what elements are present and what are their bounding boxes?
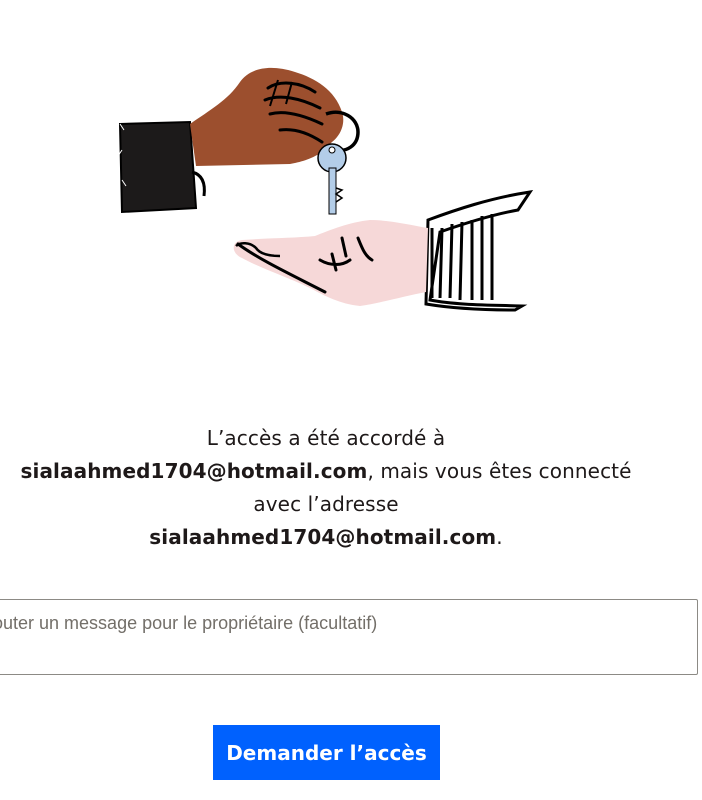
owner-message-input[interactable]	[0, 600, 697, 674]
granted-email: sialaahmed1704@hotmail.com	[20, 459, 368, 483]
hand-giving-key-illustration	[117, 67, 534, 312]
signed-in-email: sialaahmed1704@hotmail.com	[149, 525, 497, 549]
message-suffix: .	[496, 525, 503, 549]
owner-message-field	[0, 599, 698, 675]
message-prefix: L’accès a été accordé à	[206, 426, 446, 450]
access-message: L’accès a été accordé à sialaahmed1704@ho…	[0, 422, 652, 554]
request-access-button[interactable]: Demander l’accès	[213, 725, 440, 780]
